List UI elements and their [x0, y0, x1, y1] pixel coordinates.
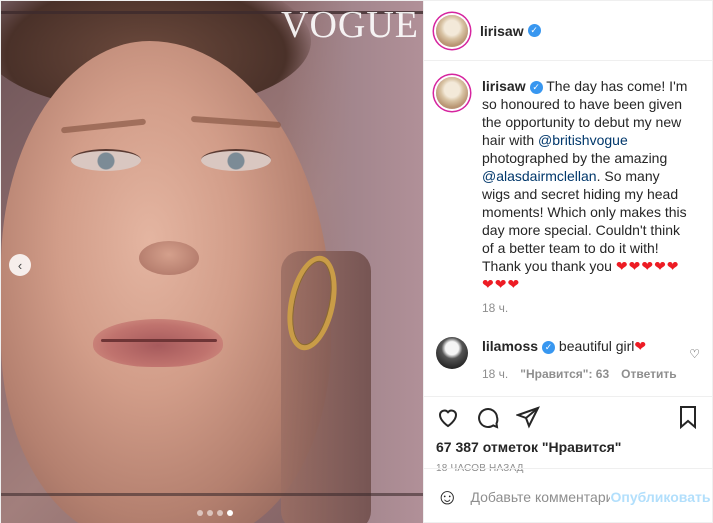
heart-emoji: ❤❤❤: [482, 276, 521, 292]
comment-item: lilamoss ✓ beautiful girl❤ 18 ч. "Нравитс…: [436, 337, 700, 383]
comment-likes[interactable]: "Нравится": 63: [520, 365, 609, 383]
add-comment-bar: ☺ Опубликовать: [424, 468, 712, 523]
likes-count[interactable]: 67 387 отметок "Нравится": [436, 439, 700, 455]
chevron-left-icon: ‹: [17, 257, 23, 273]
comment-body: lilamoss ✓ beautiful girl❤ 18 ч. "Нравитс…: [482, 337, 682, 383]
verified-badge-icon: ✓: [527, 24, 541, 37]
action-icons: [436, 403, 700, 433]
post-photo[interactable]: VOGUE ‹: [1, 1, 423, 523]
bookmark-icon[interactable]: [676, 405, 700, 432]
post-actions: 67 387 отметок "Нравится" 18 часов назад: [424, 396, 712, 474]
post-header: lirisaw ✓: [424, 1, 712, 61]
caption-avatar[interactable]: [436, 77, 468, 109]
comment-input[interactable]: [470, 488, 611, 505]
comment-meta: 18 ч. "Нравится": 63 Ответить: [482, 365, 682, 383]
reply-button[interactable]: Ответить: [621, 365, 676, 383]
photo-frame-bottom: [1, 493, 423, 496]
like-heart-icon[interactable]: [436, 405, 476, 432]
instagram-post: VOGUE ‹ lirisaw ✓ lirisaw ✓ The day has c…: [0, 0, 713, 523]
carousel-dot: [197, 510, 203, 516]
author-avatar[interactable]: [436, 14, 468, 47]
photo-lips-line: [101, 339, 217, 342]
caption-text: lirisaw ✓ The day has come! I'm so honour…: [482, 77, 688, 293]
caption-username[interactable]: lirisaw: [482, 78, 526, 94]
comment-time[interactable]: 18 ч.: [482, 365, 508, 383]
caption-part: photographed by the amazing: [482, 150, 668, 166]
post-panel: lirisaw ✓ lirisaw ✓ The day has come! I'm…: [423, 1, 712, 523]
emoji-smiley-icon[interactable]: ☺: [436, 484, 458, 510]
heart-emoji: ❤❤❤❤❤: [615, 258, 680, 274]
comment-like-heart-icon[interactable]: ♡: [689, 347, 700, 361]
carousel-dot: [207, 510, 213, 516]
carousel-dots: [197, 510, 233, 516]
verified-badge-icon: ✓: [529, 80, 543, 94]
comments-section[interactable]: lirisaw ✓ The day has come! I'm so honour…: [424, 61, 712, 396]
photo-eye-left: [71, 149, 141, 171]
carousel-dot-active: [227, 510, 233, 516]
publish-button[interactable]: Опубликовать: [610, 489, 710, 505]
photo-nose: [139, 241, 199, 275]
heart-emoji: ❤: [634, 338, 648, 354]
carousel-dot: [217, 510, 223, 516]
commenter-avatar[interactable]: [436, 337, 468, 369]
share-plane-icon[interactable]: [515, 405, 556, 432]
mention-link[interactable]: @britishvogue: [538, 132, 628, 148]
verified-badge-icon: ✓: [542, 340, 556, 354]
comment-bubble-icon[interactable]: [476, 405, 516, 432]
vogue-logo: VOGUE: [281, 4, 419, 46]
caption-part: Thank you thank you: [482, 258, 616, 274]
commenter-username[interactable]: lilamoss: [482, 338, 538, 354]
comment-text: beautiful girl: [555, 338, 635, 354]
photo-eye-right: [201, 149, 271, 171]
photo-lips: [93, 319, 223, 367]
mention-link[interactable]: @alasdairmclellan: [482, 168, 597, 184]
previous-slide-button[interactable]: ‹: [9, 254, 31, 276]
post-caption: lirisaw ✓ The day has come! I'm so honour…: [436, 77, 700, 293]
caption-time[interactable]: 18 ч.: [482, 301, 700, 315]
author-username[interactable]: lirisaw: [480, 23, 524, 39]
